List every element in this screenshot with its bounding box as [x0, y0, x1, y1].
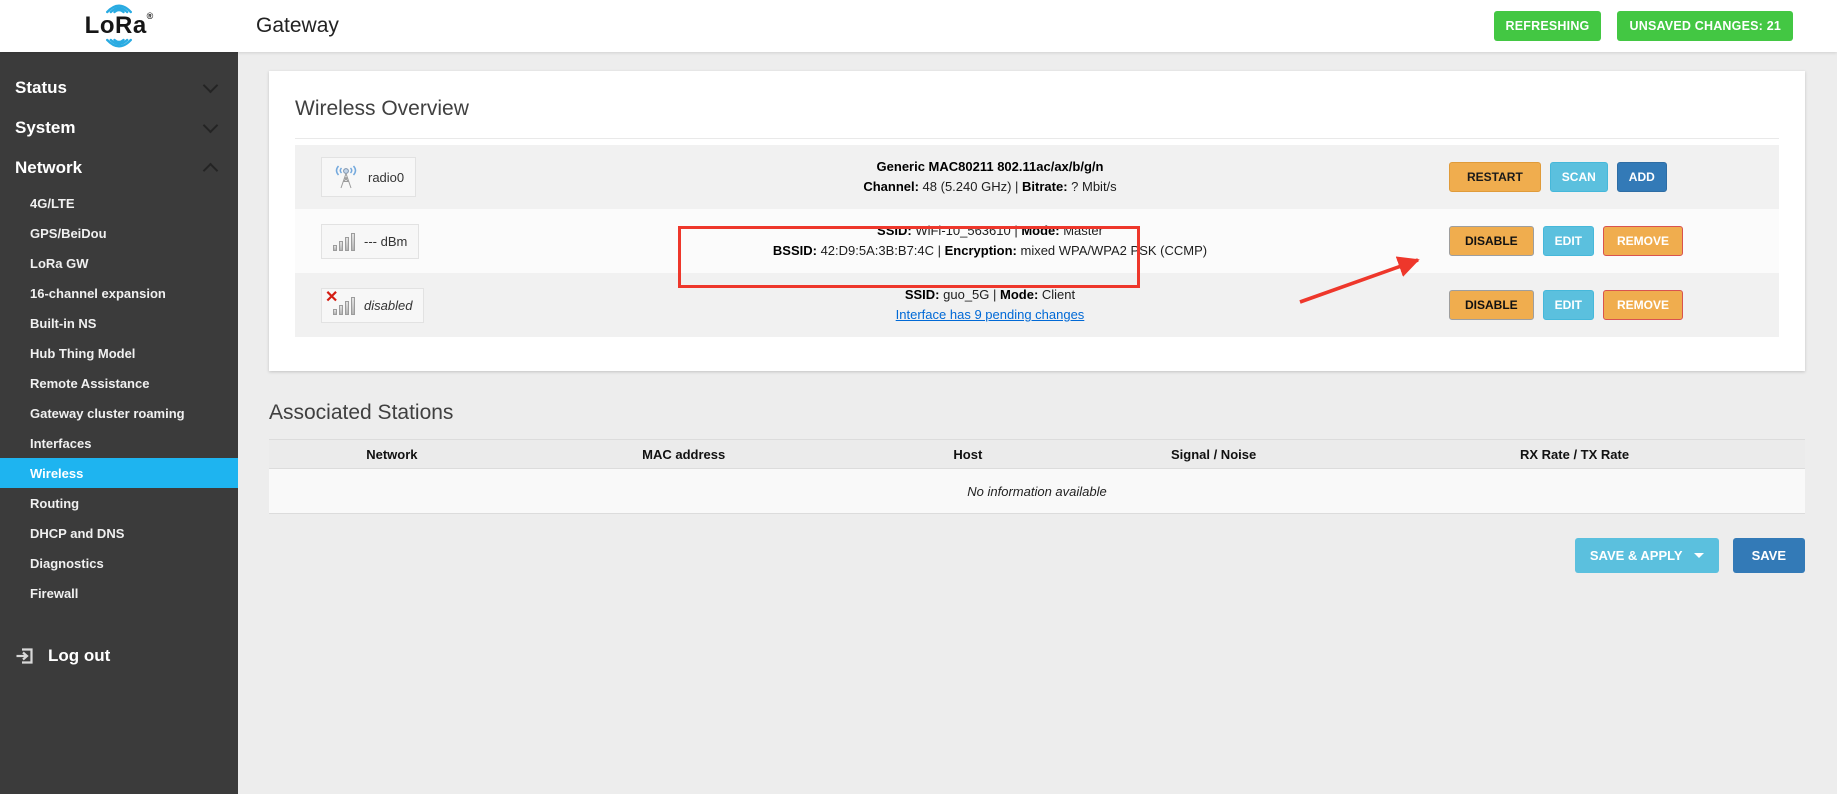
- lora-logo: LoRa ®: [0, 1, 238, 51]
- sidebar: Status System Network 4G/LTE GPS/BeiDou …: [0, 52, 238, 794]
- remove-button[interactable]: REMOVE: [1603, 226, 1683, 256]
- master-ssid-line: SSID: WiFi-10_563610 | Mode: Master: [531, 221, 1449, 241]
- client-ssid-info: SSID: guo_5G | Mode: Client Interface ha…: [531, 285, 1449, 325]
- edit-button[interactable]: EDIT: [1543, 290, 1594, 320]
- restart-button[interactable]: RESTART: [1449, 162, 1541, 192]
- sidebar-section-system[interactable]: System: [0, 108, 238, 148]
- topbar-actions: REFRESHING UNSAVED CHANGES: 21: [1494, 11, 1793, 41]
- top-bar: LoRa ® Gateway REFRESHING UNSAVED CHANGE…: [0, 0, 1837, 52]
- stations-table: Network MAC address Host Signal / Noise …: [269, 439, 1805, 514]
- sidebar-item-wireless[interactable]: Wireless: [0, 458, 238, 488]
- signal-label: --- dBm: [364, 234, 407, 249]
- empty-row: No information available: [269, 469, 1805, 514]
- sidebar-item-4g-lte[interactable]: 4G/LTE: [0, 188, 238, 218]
- sidebar-item-dhcp-and-dns[interactable]: DHCP and DNS: [0, 518, 238, 548]
- column-header-signal-noise: Signal / Noise: [1083, 447, 1344, 462]
- radio0-info: Generic MAC80211 802.11ac/ax/b/g/n Chann…: [531, 157, 1449, 197]
- column-header-rx-tx-rate: RX Rate / TX Rate: [1344, 447, 1805, 462]
- x-icon: ✕: [325, 290, 338, 306]
- sidebar-item-lora-gw[interactable]: LoRa GW: [0, 248, 238, 278]
- logo-text: LoRa: [85, 14, 147, 38]
- sidebar-section-status[interactable]: Status: [0, 68, 238, 108]
- master-bssid-line: BSSID: 42:D9:5A:3B:B7:4C | Encryption: m…: [531, 241, 1449, 261]
- stations-table-header: Network MAC address Host Signal / Noise …: [269, 439, 1805, 469]
- sidebar-item-firewall[interactable]: Firewall: [0, 578, 238, 608]
- client-ssid-row: ✕ disabled SSID: guo_5G | Mode: Client I…: [295, 273, 1779, 337]
- chevron-down-icon: [203, 78, 219, 94]
- sidebar-section-network[interactable]: Network: [0, 148, 238, 188]
- master-ssid-row: --- dBm SSID: WiFi-10_563610 | Mode: Mas…: [295, 209, 1779, 273]
- remove-button[interactable]: REMOVE: [1603, 290, 1683, 320]
- radio0-device-name: Generic MAC80211 802.11ac/ax/b/g/n: [531, 157, 1449, 177]
- main-content: Wireless Overview: [238, 52, 1837, 794]
- associated-stations-title: Associated Stations: [269, 401, 1805, 425]
- column-header-mac-address: MAC address: [515, 447, 853, 462]
- divider: [295, 138, 1779, 139]
- logo-reg-mark: ®: [147, 12, 154, 21]
- sidebar-item-gateway-cluster-roaming[interactable]: Gateway cluster roaming: [0, 398, 238, 428]
- signal-badge: --- dBm: [321, 224, 419, 259]
- refreshing-button[interactable]: REFRESHING: [1494, 11, 1602, 41]
- master-ssid-info: SSID: WiFi-10_563610 | Mode: Master BSSI…: [531, 221, 1449, 261]
- chevron-down-icon: [203, 118, 219, 134]
- chevron-up-icon: [203, 163, 219, 179]
- save-apply-button[interactable]: SAVE & APPLY: [1575, 538, 1719, 573]
- sidebar-item-16-channel-expansion[interactable]: 16-channel expansion: [0, 278, 238, 308]
- logout-icon: [15, 646, 35, 666]
- save-button[interactable]: SAVE: [1733, 538, 1805, 573]
- antenna-icon: [333, 165, 359, 189]
- sidebar-item-routing[interactable]: Routing: [0, 488, 238, 518]
- radio0-label: radio0: [368, 170, 404, 185]
- associated-stations-section: Associated Stations Network MAC address …: [269, 401, 1805, 514]
- sidebar-item-diagnostics[interactable]: Diagnostics: [0, 548, 238, 578]
- footer-actions: SAVE & APPLY SAVE: [269, 538, 1805, 573]
- logout-button[interactable]: Log out: [0, 636, 238, 676]
- logo-waves-bottom-icon: [99, 38, 139, 51]
- client-ssid-line: SSID: guo_5G | Mode: Client: [531, 285, 1449, 305]
- radio0-channel-info: Channel: 48 (5.240 GHz) | Bitrate: ? Mbi…: [531, 177, 1449, 197]
- signal-bars-icon: [333, 232, 355, 251]
- sidebar-item-built-in-ns[interactable]: Built-in NS: [0, 308, 238, 338]
- sidebar-item-hub-thing-model[interactable]: Hub Thing Model: [0, 338, 238, 368]
- disabled-signal-badge: ✕ disabled: [321, 288, 424, 323]
- edit-button[interactable]: EDIT: [1543, 226, 1594, 256]
- caret-down-icon: [1694, 553, 1704, 558]
- disable-button[interactable]: DISABLE: [1449, 226, 1534, 256]
- unsaved-changes-button[interactable]: UNSAVED CHANGES: 21: [1617, 11, 1793, 41]
- column-header-host: Host: [853, 447, 1083, 462]
- pending-changes-link[interactable]: Interface has 9 pending changes: [896, 307, 1085, 322]
- sidebar-item-gps-beidou[interactable]: GPS/BeiDou: [0, 218, 238, 248]
- sidebar-item-remote-assistance[interactable]: Remote Assistance: [0, 368, 238, 398]
- page-title: Gateway: [256, 14, 339, 38]
- add-button[interactable]: ADD: [1617, 162, 1667, 192]
- sidebar-item-interfaces[interactable]: Interfaces: [0, 428, 238, 458]
- scan-button[interactable]: SCAN: [1550, 162, 1608, 192]
- disabled-label: disabled: [364, 298, 412, 313]
- disable-button[interactable]: DISABLE: [1449, 290, 1534, 320]
- radio0-row: radio0 Generic MAC80211 802.11ac/ax/b/g/…: [295, 145, 1779, 209]
- sidebar-network-submenu: 4G/LTE GPS/BeiDou LoRa GW 16-channel exp…: [0, 188, 238, 608]
- wireless-overview-title: Wireless Overview: [295, 97, 1779, 121]
- radio0-badge: radio0: [321, 157, 416, 197]
- page: LoRa ® Gateway REFRESHING UNSAVED CHANGE…: [0, 0, 1837, 794]
- column-header-network: Network: [269, 447, 515, 462]
- wireless-overview-card: Wireless Overview: [269, 71, 1805, 371]
